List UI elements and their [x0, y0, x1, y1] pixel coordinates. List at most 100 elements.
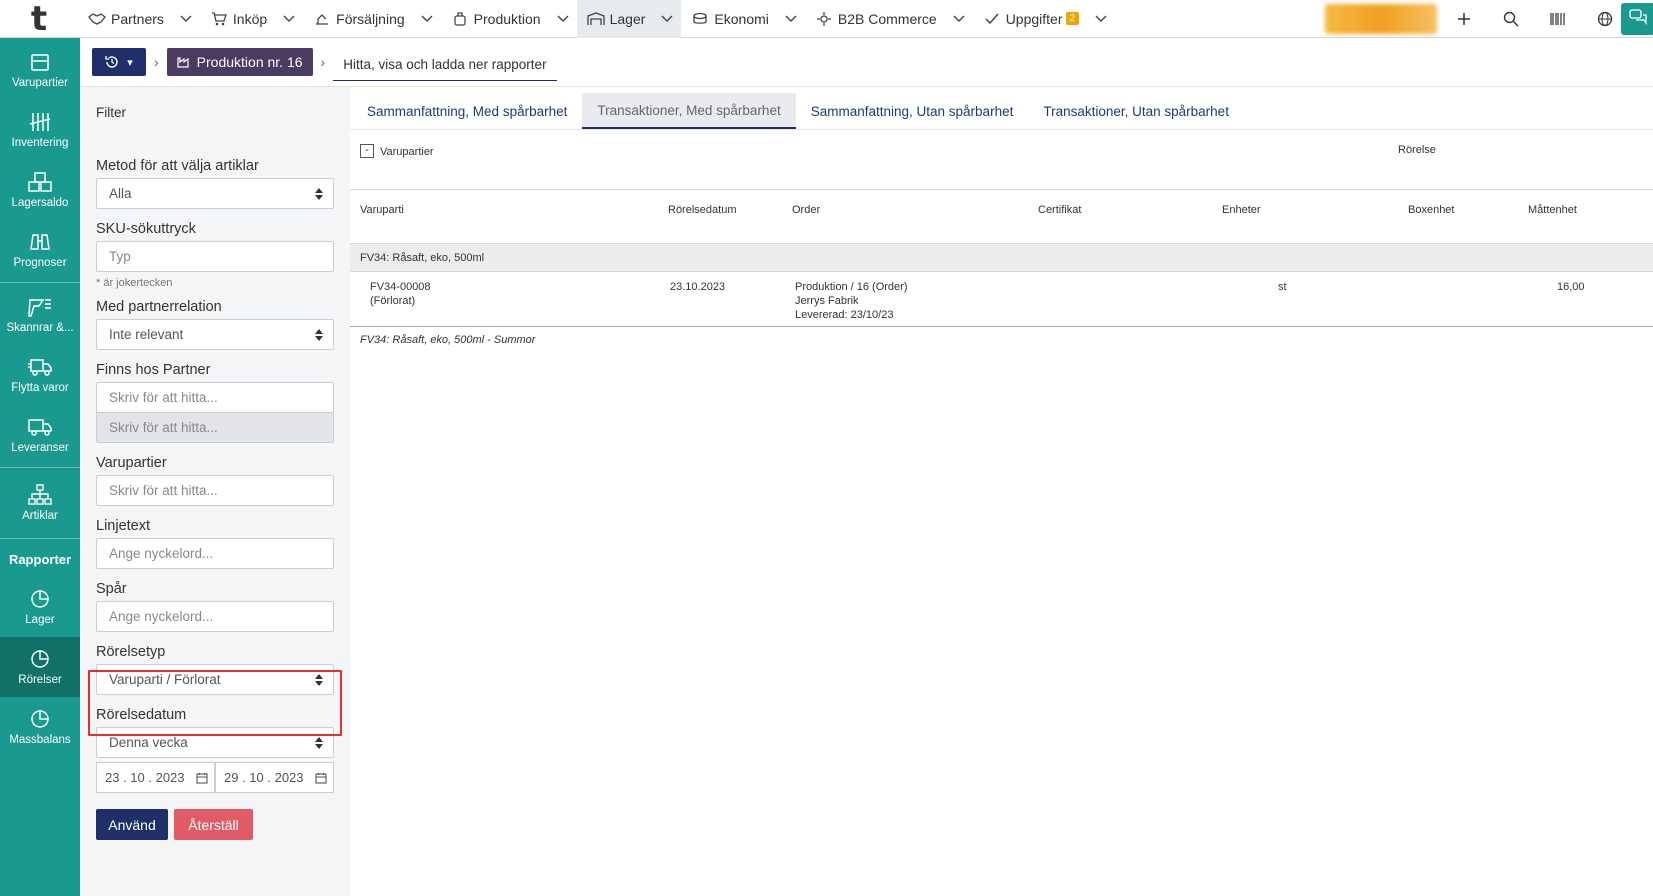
chevron-down-icon[interactable]: [557, 15, 571, 23]
sidebar-item-label: Prognoser: [13, 257, 67, 269]
trace-input[interactable]: Ange nyckelord...: [96, 601, 334, 632]
filter-actions: Använd Återställ: [96, 809, 334, 840]
date-to-value: 29 . 10 . 2023: [224, 770, 304, 785]
tab-transactions-no-traceability[interactable]: Transaktioner, Utan spårbarhet: [1028, 93, 1244, 129]
chat-icon: [1629, 8, 1647, 30]
movedate-select[interactable]: Denna vecka: [96, 727, 334, 758]
select-value: Varuparti / Förlorat: [109, 672, 221, 687]
calendar-icon[interactable]: [315, 772, 327, 784]
filter-trace: Spår Ange nyckelord...: [96, 581, 334, 632]
order-ref: Produktion / 16 (Order): [795, 281, 908, 293]
box-icon: [31, 54, 49, 71]
calendar-icon[interactable]: [196, 772, 208, 784]
date-cell: 23.10.2023: [670, 281, 726, 293]
chevron-down-icon[interactable]: [180, 15, 194, 23]
nav-forsaljning[interactable]: Försäljning: [303, 0, 440, 38]
search-icon[interactable]: [1487, 0, 1534, 38]
tab-summary-no-traceability[interactable]: Sammanfattning, Utan spårbarhet: [796, 93, 1029, 129]
top-actions: [1440, 0, 1628, 38]
filter-panel: Filter Metod för att välja artiklar Alla…: [80, 87, 350, 896]
sidebar-item-leveranser[interactable]: Leveranser: [0, 405, 80, 465]
date-from-input[interactable]: 23 . 10 . 2023: [96, 762, 215, 793]
sidebar-item-varupartier[interactable]: Varupartier: [0, 40, 80, 100]
apply-button[interactable]: Använd: [96, 809, 168, 840]
at-partner-input[interactable]: Skriv för att hitta...: [96, 382, 334, 413]
sidebar-item-label: Skannrar &...: [6, 322, 74, 334]
nav-ekonomi[interactable]: Ekonomi: [681, 0, 804, 38]
tab-summary-traceability[interactable]: Sammanfattning, Med spårbarhet: [352, 93, 582, 129]
collapse-toggle[interactable]: -: [360, 144, 374, 158]
filter-label: SKU-sökuttryck: [96, 221, 196, 237]
report-sum-row: FV34: Råsaft, eko, 500ml - Summor: [360, 334, 536, 346]
filter-lots: Varupartier Skriv för att hitta...: [96, 455, 334, 506]
sort-arrows-icon: [315, 674, 323, 689]
nav-label: Lager: [609, 10, 646, 27]
partner-relation-select[interactable]: Inte relevant: [96, 319, 334, 350]
sidebar-item-flytta-varor[interactable]: Flytta varor: [0, 345, 80, 405]
history-icon: [105, 56, 118, 68]
chevron-down-icon[interactable]: [785, 15, 799, 23]
nav-produktion[interactable]: Produktion: [441, 0, 577, 38]
sidebar-item-label: Artiklar: [22, 510, 58, 522]
filter-label: Med partnerrelation: [96, 299, 222, 315]
reset-button[interactable]: Återställ: [174, 809, 253, 840]
nav-label: Ekonomi: [714, 10, 769, 27]
filter-label: Rörelsedatum: [96, 707, 187, 723]
task-count-badge: 2: [1065, 12, 1080, 25]
movetype-select[interactable]: Varuparti / Förlorat: [96, 664, 334, 695]
breadcrumb-production-label: Produktion nr. 16: [196, 54, 303, 70]
sidebar-item-skannrar[interactable]: Skannrar &...: [0, 285, 80, 345]
nav-label: Produktion: [473, 10, 541, 27]
filter-label: Rörelsetyp: [96, 644, 166, 660]
sidebar-item-report-lager[interactable]: Lager: [0, 577, 80, 637]
filter-label: Varupartier: [96, 455, 167, 471]
sidebar-item-prognoser[interactable]: Prognoser: [0, 220, 80, 280]
filter-linetext: Linjetext Ange nyckelord...: [96, 518, 334, 569]
sidebar-item-report-rorelser[interactable]: Rörelser: [0, 637, 80, 697]
nav-uppgifter[interactable]: Uppgifter 2: [973, 0, 1115, 38]
sidebar-item-inventering[interactable]: Inventering: [0, 100, 80, 160]
filter-partner-relation: Med partnerrelation Inte relevant: [96, 299, 334, 350]
at-partner-input-secondary: Skriv för att hitta...: [96, 412, 334, 443]
linetext-input[interactable]: Ange nyckelord...: [96, 538, 334, 569]
report-tabs: Sammanfattning, Med spårbarhet Transakti…: [350, 87, 1653, 130]
sidebar-item-artiklar[interactable]: Artiklar: [0, 470, 80, 536]
tab-transactions-traceability[interactable]: Transaktioner, Med spårbarhet: [582, 93, 796, 129]
breadcrumb-production[interactable]: Produktion nr. 16: [166, 48, 313, 76]
nav-inkop[interactable]: Inköp: [200, 0, 303, 38]
sidebar-item-report-massbalans[interactable]: Massbalans: [0, 697, 80, 757]
app-logo[interactable]: t: [0, 0, 78, 39]
lots-input[interactable]: Skriv för att hitta...: [96, 475, 334, 506]
history-button[interactable]: ▾: [92, 48, 146, 76]
movement-header-label: Rörelse: [1398, 144, 1436, 156]
filter-title: Filter: [96, 105, 126, 120]
top-navbar: t Partners Inköp Försäljning Produktion …: [0, 0, 1653, 39]
barcode-icon[interactable]: [1534, 0, 1581, 38]
sidebar-item-lagersaldo[interactable]: Lagersaldo: [0, 160, 80, 220]
chevron-down-icon[interactable]: [421, 15, 435, 23]
sidebar-item-label: Massbalans: [9, 734, 71, 746]
chevron-down-icon[interactable]: [953, 15, 967, 23]
nav-partners[interactable]: Partners: [78, 0, 200, 38]
plus-icon[interactable]: [1440, 0, 1487, 38]
sku-input[interactable]: Typ: [96, 241, 334, 272]
chevron-down-icon[interactable]: [661, 15, 675, 23]
nav-b2b[interactable]: B2B Commerce: [805, 0, 973, 38]
table-row: FV34-00008 (Förlorat) 23.10.2023 Produkt…: [350, 272, 1653, 327]
chevron-down-icon[interactable]: [1095, 15, 1109, 23]
sort-arrows-icon: [315, 737, 323, 752]
date-to-input[interactable]: 29 . 10 . 2023: [215, 762, 334, 793]
lot-cell: FV34-00008 (Förlorat): [370, 280, 431, 308]
method-select[interactable]: Alla: [96, 178, 334, 209]
chat-button[interactable]: [1621, 3, 1653, 35]
column-header: Måttenhet: [1528, 204, 1577, 216]
nav-lager[interactable]: Lager: [576, 0, 682, 38]
warehouse-icon: [586, 10, 605, 28]
handshake-icon: [88, 10, 106, 28]
user-account-button[interactable]: [1325, 4, 1437, 34]
filter-movetype: Rörelsetyp Varuparti / Förlorat: [96, 644, 334, 695]
lot-code: FV34-00008: [370, 281, 431, 293]
check-icon: [983, 10, 1001, 28]
column-header: Enheter: [1222, 204, 1261, 216]
chevron-down-icon[interactable]: [283, 15, 297, 23]
